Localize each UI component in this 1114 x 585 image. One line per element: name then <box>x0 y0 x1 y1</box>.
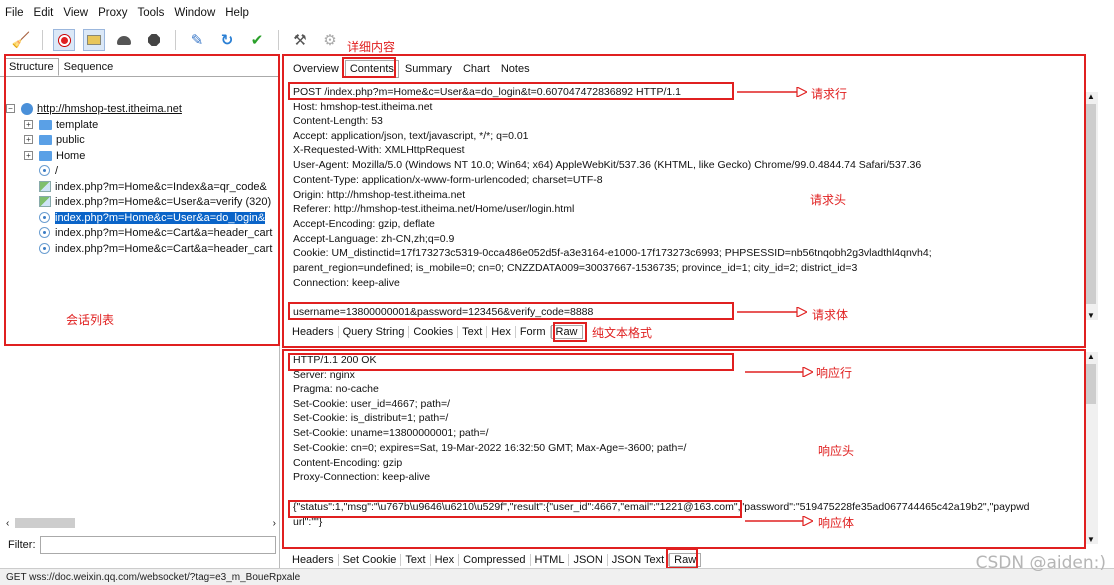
scroll-down-icon[interactable]: ▼ <box>1087 535 1095 544</box>
tools-icon[interactable]: ⚒ <box>289 29 311 51</box>
horizontal-scrollbar[interactable]: ‹ › <box>6 516 276 530</box>
menu-file[interactable]: File <box>0 7 29 19</box>
stop-icon[interactable] <box>143 29 165 51</box>
menu-edit[interactable]: Edit <box>29 7 59 19</box>
arrow-resp-body <box>745 516 813 526</box>
toolbar-divider <box>278 30 279 50</box>
annotation-request-body: 请求体 <box>812 308 849 322</box>
scroll-thumb[interactable] <box>1086 104 1096 304</box>
tab-resp-json-text[interactable]: JSON Text <box>608 554 670 566</box>
annotation-detail: 详细内容 <box>347 40 396 54</box>
status-text: GET wss://doc.weixin.qq.com/websocket/?t… <box>6 571 301 583</box>
request-body-box <box>288 302 734 320</box>
scroll-up-icon[interactable]: ▲ <box>1087 92 1095 101</box>
toolbar-divider <box>175 30 176 50</box>
menu-window[interactable]: Window <box>169 7 220 19</box>
response-body-box <box>288 500 742 518</box>
annotation-request-headers: 请求头 <box>810 193 847 207</box>
filter-input[interactable] <box>39 536 276 554</box>
scroll-thumb[interactable] <box>15 518 76 528</box>
response-panel-box <box>282 349 1086 549</box>
annotation-request-line: 请求行 <box>811 87 848 101</box>
pen-icon[interactable]: ✎ <box>186 29 208 51</box>
menu-view[interactable]: View <box>58 7 93 19</box>
tab-resp-compressed[interactable]: Compressed <box>459 554 531 566</box>
arrow-req-body <box>737 307 807 317</box>
resp-raw-tab-box <box>666 548 698 569</box>
contents-tab-box <box>342 57 396 78</box>
session-list-box <box>4 54 280 346</box>
status-bar: GET wss://doc.weixin.qq.com/websocket/?t… <box>0 568 1114 585</box>
arrow-req-line <box>737 87 807 97</box>
tab-resp-set-cookie[interactable]: Set Cookie <box>339 554 402 566</box>
tab-resp-text[interactable]: Text <box>401 554 431 566</box>
tab-resp-html[interactable]: HTML <box>531 554 570 566</box>
response-line-box <box>288 353 734 371</box>
scroll-thumb[interactable] <box>1086 364 1096 404</box>
check-icon[interactable]: ✔ <box>246 29 268 51</box>
gear-icon[interactable]: ⚙ <box>319 29 341 51</box>
filter-label: Filter: <box>8 539 36 551</box>
annotation-response-line: 响应行 <box>816 366 853 380</box>
menu-bar: File Edit View Proxy Tools Window Help <box>0 0 1114 26</box>
toolbar: 🧹 ✎ ↻ ✔ ⚒ ⚙ <box>0 26 1114 54</box>
request-scrollbar[interactable]: ▲ ▼ <box>1084 92 1098 320</box>
scroll-right-icon[interactable]: › <box>273 518 276 529</box>
tab-resp-json[interactable]: JSON <box>569 554 608 566</box>
annotation-plain-text: 纯文本格式 <box>592 326 653 340</box>
scroll-down-icon[interactable]: ▼ <box>1087 311 1095 320</box>
response-view-tabs: Headers Set Cookie Text Hex Compressed H… <box>288 551 702 569</box>
watermark: CSDN @aiden:) <box>975 553 1106 573</box>
menu-tools[interactable]: Tools <box>132 7 169 19</box>
scroll-left-icon[interactable]: ‹ <box>6 518 9 529</box>
annotation-response-body: 响应体 <box>818 516 855 530</box>
turtle-icon[interactable] <box>113 29 135 51</box>
response-scrollbar[interactable]: ▲ ▼ <box>1084 352 1098 544</box>
annotation-session-list: 会话列表 <box>66 313 115 327</box>
request-line-box <box>288 82 734 100</box>
throttle-icon[interactable] <box>83 29 105 51</box>
annotation-response-headers: 响应头 <box>818 444 855 458</box>
menu-help[interactable]: Help <box>220 7 254 19</box>
tab-resp-headers[interactable]: Headers <box>288 554 339 566</box>
filter-bar: Filter: <box>8 534 276 556</box>
scroll-up-icon[interactable]: ▲ <box>1087 352 1095 361</box>
record-icon[interactable] <box>53 29 75 51</box>
menu-proxy[interactable]: Proxy <box>93 7 132 19</box>
raw-tab-box <box>553 322 587 342</box>
arrow-resp-line <box>745 367 813 377</box>
tab-resp-hex[interactable]: Hex <box>431 554 460 566</box>
toolbar-divider <box>42 30 43 50</box>
broom-icon[interactable]: 🧹 <box>10 29 32 51</box>
refresh-icon[interactable]: ↻ <box>216 29 238 51</box>
